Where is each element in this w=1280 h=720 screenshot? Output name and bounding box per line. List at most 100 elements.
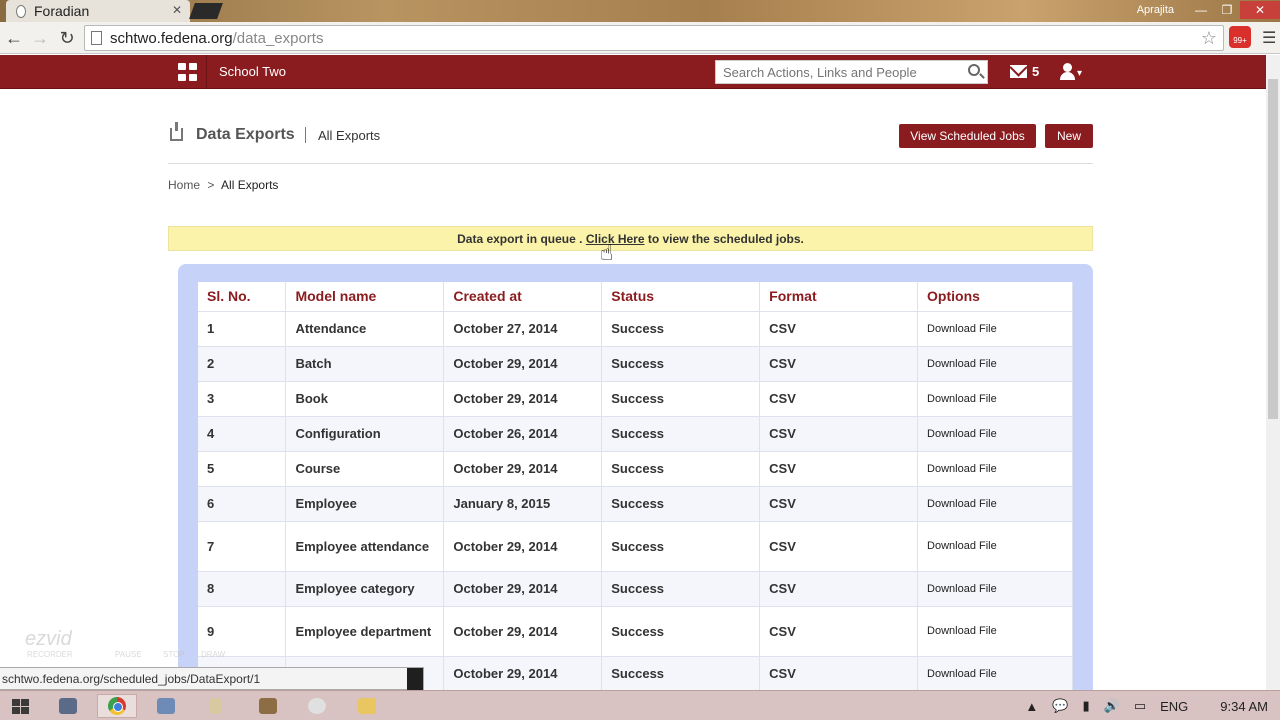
window-controls: Aprajita — ❐ ✕ bbox=[1137, 0, 1280, 20]
table-cell: 7 bbox=[198, 521, 287, 572]
start-button[interactable] bbox=[0, 694, 40, 718]
tab-close-icon[interactable]: ✕ bbox=[172, 3, 182, 17]
download-file-link[interactable]: Download File bbox=[917, 381, 1073, 417]
minimize-icon[interactable]: — bbox=[1188, 1, 1214, 19]
taskbar-chrome-icon[interactable] bbox=[97, 694, 137, 718]
table-cell: January 8, 2015 bbox=[443, 486, 603, 522]
taskbar-app-icon[interactable] bbox=[248, 694, 288, 718]
download-file-link[interactable]: Download File bbox=[917, 451, 1073, 487]
scrollbar-thumb[interactable] bbox=[1268, 79, 1278, 419]
page-title: Data Exports bbox=[196, 126, 295, 143]
search-icon[interactable] bbox=[968, 64, 980, 76]
search-box[interactable] bbox=[715, 60, 988, 84]
user-menu-icon[interactable]: ▾ bbox=[1060, 63, 1082, 81]
chat-icon[interactable]: 💬 bbox=[1052, 698, 1068, 714]
table-cell: 1 bbox=[198, 311, 287, 347]
table-cell: Success bbox=[601, 521, 761, 572]
volume-icon[interactable]: 🔊 bbox=[1104, 698, 1120, 714]
table-cell: Success bbox=[601, 311, 761, 347]
table-cell: CSV bbox=[759, 346, 919, 382]
new-tab-button[interactable] bbox=[189, 3, 223, 19]
page-icon bbox=[91, 31, 102, 45]
windows-taskbar: ▲ 💬 ▮ 🔊 ▭ ENG 9:34 AM bbox=[0, 690, 1280, 720]
notice-prefix: Data export in queue . bbox=[457, 232, 586, 246]
status-url-bar: schtwo.fedena.org/scheduled_jobs/DataExp… bbox=[0, 667, 424, 690]
network-icon[interactable]: ▮ bbox=[1082, 698, 1089, 714]
table-cell: Book bbox=[285, 381, 445, 417]
download-file-link[interactable]: Download File bbox=[917, 416, 1073, 452]
mail-icon[interactable] bbox=[1010, 65, 1027, 78]
table-cell: 4 bbox=[198, 416, 287, 452]
restore-icon[interactable]: ❐ bbox=[1214, 1, 1240, 19]
taskbar-app-icon[interactable] bbox=[146, 694, 186, 718]
view-scheduled-jobs-button[interactable]: View Scheduled Jobs bbox=[899, 124, 1036, 148]
download-file-link[interactable]: Download File bbox=[917, 571, 1073, 607]
page-header: Data Exports All Exports View Scheduled … bbox=[168, 118, 1093, 164]
table-cell: CSV bbox=[759, 311, 919, 347]
page-favicon-icon bbox=[16, 4, 26, 18]
apps-grid-icon[interactable] bbox=[178, 63, 198, 81]
table-cell: October 29, 2014 bbox=[443, 571, 603, 607]
hand-cursor-icon: ☝ bbox=[600, 240, 614, 265]
download-file-link[interactable]: Download File bbox=[917, 486, 1073, 522]
table-cell: Configuration bbox=[285, 416, 445, 452]
queue-notice: Data export in queue . Click Here to vie… bbox=[168, 226, 1093, 251]
bookmark-star-icon[interactable]: ☆ bbox=[1201, 28, 1217, 49]
table-cell: October 29, 2014 bbox=[443, 451, 603, 487]
download-file-link[interactable]: Download File bbox=[917, 656, 1073, 692]
address-bar[interactable]: schtwo.fedena.org /data_exports ☆ bbox=[84, 25, 1224, 51]
page-subtitle: All Exports bbox=[318, 128, 381, 143]
draw-button[interactable]: DRAW bbox=[201, 650, 225, 659]
taskbar-app-icon[interactable] bbox=[195, 694, 235, 718]
stop-button[interactable]: STOP bbox=[163, 650, 185, 659]
new-export-button[interactable]: New bbox=[1045, 124, 1093, 148]
download-file-link[interactable]: Download File bbox=[917, 521, 1073, 572]
table-cell: Success bbox=[601, 416, 761, 452]
table-cell: October 29, 2014 bbox=[443, 346, 603, 382]
reload-icon[interactable]: ↻ bbox=[55, 26, 79, 50]
clock[interactable]: 9:34 AM bbox=[1220, 699, 1268, 714]
school-name[interactable]: School Two bbox=[219, 64, 286, 79]
click-here-link[interactable]: Click Here bbox=[586, 232, 645, 246]
forward-arrow-icon[interactable]: → bbox=[28, 26, 52, 50]
table-cell: October 29, 2014 bbox=[443, 656, 603, 692]
ezvid-recorder-overlay: ezvid RECORDER PAUSE STOP DRAW bbox=[5, 624, 237, 664]
table-cell: CSV bbox=[759, 521, 919, 572]
table-cell: Success bbox=[601, 656, 761, 692]
taskbar-folder-icon[interactable] bbox=[347, 694, 387, 718]
table-cell: CSV bbox=[759, 656, 919, 692]
search-input[interactable] bbox=[716, 61, 956, 83]
show-hidden-icons-icon[interactable]: ▲ bbox=[1025, 699, 1038, 714]
table-header-row: Sl. No. Model name Created at Status Format O… bbox=[198, 282, 1073, 312]
pause-button[interactable]: PAUSE bbox=[115, 650, 142, 659]
close-window-icon[interactable]: ✕ bbox=[1240, 1, 1280, 19]
download-file-link[interactable]: Download File bbox=[917, 346, 1073, 382]
taskbar-app-icon[interactable] bbox=[48, 694, 88, 718]
breadcrumb-home[interactable]: Home bbox=[168, 178, 200, 192]
table-cell: Course bbox=[285, 451, 445, 487]
table-cell: CSV bbox=[759, 486, 919, 522]
browser-tab[interactable]: Foradian ✕ bbox=[6, 0, 190, 22]
battery-icon[interactable]: ▭ bbox=[1134, 698, 1146, 714]
table-cell: Success bbox=[601, 606, 761, 657]
table-cell: 6 bbox=[198, 486, 287, 522]
window-user-name[interactable]: Aprajita bbox=[1137, 4, 1174, 16]
system-tray: ▲ 💬 ▮ 🔊 ▭ ENG 9:34 AM bbox=[1025, 691, 1268, 720]
table-cell: CSV bbox=[759, 606, 919, 657]
download-file-link[interactable]: Download File bbox=[917, 606, 1073, 657]
table-cell: 5 bbox=[198, 451, 287, 487]
taskbar-app-icon[interactable] bbox=[297, 694, 337, 718]
page-scrollbar[interactable] bbox=[1266, 55, 1280, 690]
download-file-link[interactable]: Download File bbox=[917, 311, 1073, 347]
url-path: /data_exports bbox=[232, 29, 324, 47]
column-header: Sl. No. bbox=[198, 282, 287, 312]
mail-count[interactable]: 5 bbox=[1032, 64, 1039, 79]
chrome-menu-icon[interactable]: ☰ bbox=[1262, 28, 1276, 48]
column-header: Status bbox=[601, 282, 761, 312]
back-arrow-icon[interactable]: ← bbox=[2, 26, 26, 50]
table-cell: Employee department bbox=[285, 606, 445, 657]
table-cell: 2 bbox=[198, 346, 287, 382]
header-divider bbox=[206, 55, 207, 89]
extension-badge-icon[interactable]: 99+ bbox=[1229, 26, 1251, 48]
language-indicator[interactable]: ENG bbox=[1160, 699, 1188, 714]
